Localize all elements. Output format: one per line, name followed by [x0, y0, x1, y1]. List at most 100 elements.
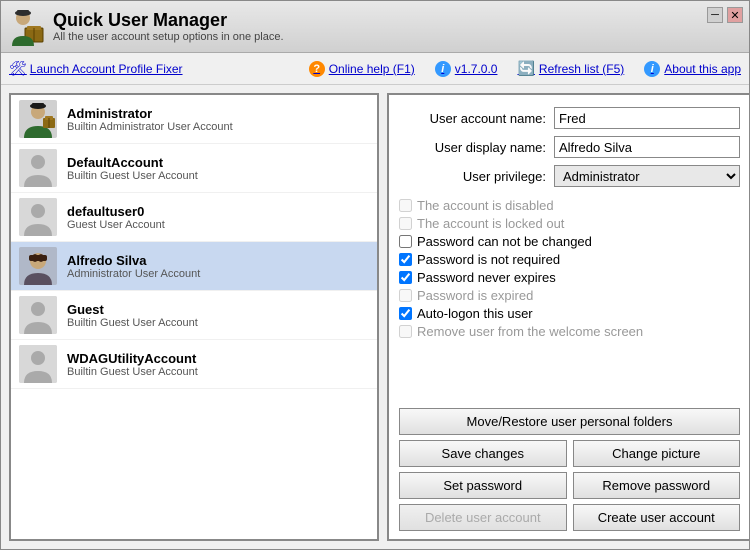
privilege-select[interactable]: Administrator Standard Guest	[554, 165, 740, 187]
window-controls: ─ ✕	[707, 7, 743, 23]
display-name-row: User display name:	[399, 136, 740, 158]
checkbox-input[interactable]	[399, 271, 412, 284]
display-name-input[interactable]	[554, 136, 740, 158]
user-avatar	[19, 198, 57, 236]
change-picture-button[interactable]: Change picture	[573, 440, 741, 467]
create-account-button[interactable]: Create user account	[573, 504, 741, 531]
checkbox-row: Password never expires	[399, 270, 740, 285]
refresh-link[interactable]: 🔄 Refresh list (F5)	[517, 60, 624, 77]
version-icon: i	[435, 61, 451, 77]
checkbox-row: Password is not required	[399, 252, 740, 267]
checkbox-row: The account is disabled	[399, 198, 740, 213]
checkbox-input	[399, 325, 412, 338]
move-restore-button[interactable]: Move/Restore user personal folders	[399, 408, 740, 435]
user-desc: Guest User Account	[67, 219, 369, 231]
main-window: Quick User Manager All the user account …	[0, 0, 750, 550]
privilege-row: User privilege: Administrator Standard G…	[399, 165, 740, 187]
account-name-label: User account name:	[399, 111, 554, 126]
refresh-icon: 🔄	[517, 60, 534, 77]
user-info: defaultuser0Guest User Account	[67, 204, 369, 231]
content-area: AdministratorBuiltin Administrator User …	[1, 85, 749, 549]
user-name: Alfredo Silva	[67, 253, 369, 268]
toolbar-right: ? Online help (F1) i v1.7.0.0 🔄 Refresh …	[309, 60, 741, 77]
user-item[interactable]: defaultuser0Guest User Account	[11, 193, 377, 242]
app-title: Quick User Manager	[53, 10, 743, 32]
checkbox-row: Password can not be changed	[399, 234, 740, 249]
btn-row-4: Delete user account Create user account	[399, 504, 740, 531]
title-text-block: Quick User Manager All the user account …	[53, 10, 743, 44]
checkbox-label: The account is locked out	[417, 216, 564, 231]
checkbox-label: Remove user from the welcome screen	[417, 324, 643, 339]
user-avatar	[19, 149, 57, 187]
checkbox-label: The account is disabled	[417, 198, 554, 213]
user-item[interactable]: AdministratorBuiltin Administrator User …	[11, 95, 377, 144]
launch-fixer-link[interactable]: 🛠 Launch Account Profile Fixer	[9, 60, 183, 77]
checkbox-row: Remove user from the welcome screen	[399, 324, 740, 339]
user-info: Alfredo SilvaAdministrator User Account	[67, 253, 369, 280]
checkbox-label: Password never expires	[417, 270, 556, 285]
user-info: DefaultAccountBuiltin Guest User Account	[67, 155, 369, 182]
user-desc: Builtin Guest User Account	[67, 170, 369, 182]
launch-fixer-label: Launch Account Profile Fixer	[30, 62, 183, 76]
btn-row-1: Move/Restore user personal folders	[399, 408, 740, 435]
remove-password-button[interactable]: Remove password	[573, 472, 741, 499]
set-password-button[interactable]: Set password	[399, 472, 567, 499]
title-bar: Quick User Manager All the user account …	[1, 1, 749, 53]
user-name: defaultuser0	[67, 204, 369, 219]
checkbox-label: Password can not be changed	[417, 234, 592, 249]
checkbox-input[interactable]	[399, 307, 412, 320]
user-info: WDAGUtilityAccountBuiltin Guest User Acc…	[67, 351, 369, 378]
user-desc: Builtin Guest User Account	[67, 366, 369, 378]
toolbar: 🛠 Launch Account Profile Fixer ? Online …	[1, 53, 749, 85]
save-changes-button[interactable]: Save changes	[399, 440, 567, 467]
checkbox-input[interactable]	[399, 235, 412, 248]
user-avatar	[19, 247, 57, 285]
minimize-button[interactable]: ─	[707, 7, 723, 23]
checkbox-row: Auto-logon this user	[399, 306, 740, 321]
btn-row-3: Set password Remove password	[399, 472, 740, 499]
about-icon: i	[644, 61, 660, 77]
user-name: Guest	[67, 302, 369, 317]
help-icon: ?	[309, 61, 325, 77]
online-help-link[interactable]: ? Online help (F1)	[309, 60, 415, 77]
user-item[interactable]: DefaultAccountBuiltin Guest User Account	[11, 144, 377, 193]
user-name: Administrator	[67, 106, 369, 121]
app-icon	[7, 8, 45, 46]
user-name: WDAGUtilityAccount	[67, 351, 369, 366]
close-button[interactable]: ✕	[727, 7, 743, 23]
user-item[interactable]: WDAGUtilityAccountBuiltin Guest User Acc…	[11, 340, 377, 389]
user-avatar	[19, 100, 57, 138]
checkbox-input	[399, 199, 412, 212]
checkbox-input[interactable]	[399, 253, 412, 266]
btn-row-2: Save changes Change picture	[399, 440, 740, 467]
about-label: About this app	[664, 62, 741, 76]
checkbox-input	[399, 289, 412, 302]
user-item[interactable]: GuestBuiltin Guest User Account	[11, 291, 377, 340]
account-name-input[interactable]	[554, 107, 740, 129]
refresh-label: Refresh list (F5)	[539, 62, 624, 76]
user-avatar	[19, 345, 57, 383]
delete-account-button[interactable]: Delete user account	[399, 504, 567, 531]
user-item[interactable]: Alfredo SilvaAdministrator User Account	[11, 242, 377, 291]
checkbox-row: The account is locked out	[399, 216, 740, 231]
buttons-area: Move/Restore user personal folders Save …	[399, 408, 740, 531]
account-name-row: User account name:	[399, 107, 740, 129]
display-name-label: User display name:	[399, 140, 554, 155]
user-name: DefaultAccount	[67, 155, 369, 170]
user-avatar	[19, 296, 57, 334]
user-desc: Builtin Guest User Account	[67, 317, 369, 329]
checkbox-input	[399, 217, 412, 230]
user-info: GuestBuiltin Guest User Account	[67, 302, 369, 329]
user-list: AdministratorBuiltin Administrator User …	[9, 93, 379, 541]
user-info: AdministratorBuiltin Administrator User …	[67, 106, 369, 133]
checkboxes-section: The account is disabled The account is lo…	[399, 194, 740, 343]
checkbox-label: Password is not required	[417, 252, 560, 267]
version-text: v1.7.0.0	[455, 62, 498, 76]
about-link[interactable]: i About this app	[644, 60, 741, 77]
checkbox-label: Auto-logon this user	[417, 306, 533, 321]
user-desc: Administrator User Account	[67, 268, 369, 280]
app-subtitle: All the user account setup options in on…	[53, 31, 743, 43]
online-help-label: Online help (F1)	[329, 62, 415, 76]
user-details-panel: User account name: User display name: Us…	[387, 93, 749, 541]
privilege-label: User privilege:	[399, 169, 554, 184]
